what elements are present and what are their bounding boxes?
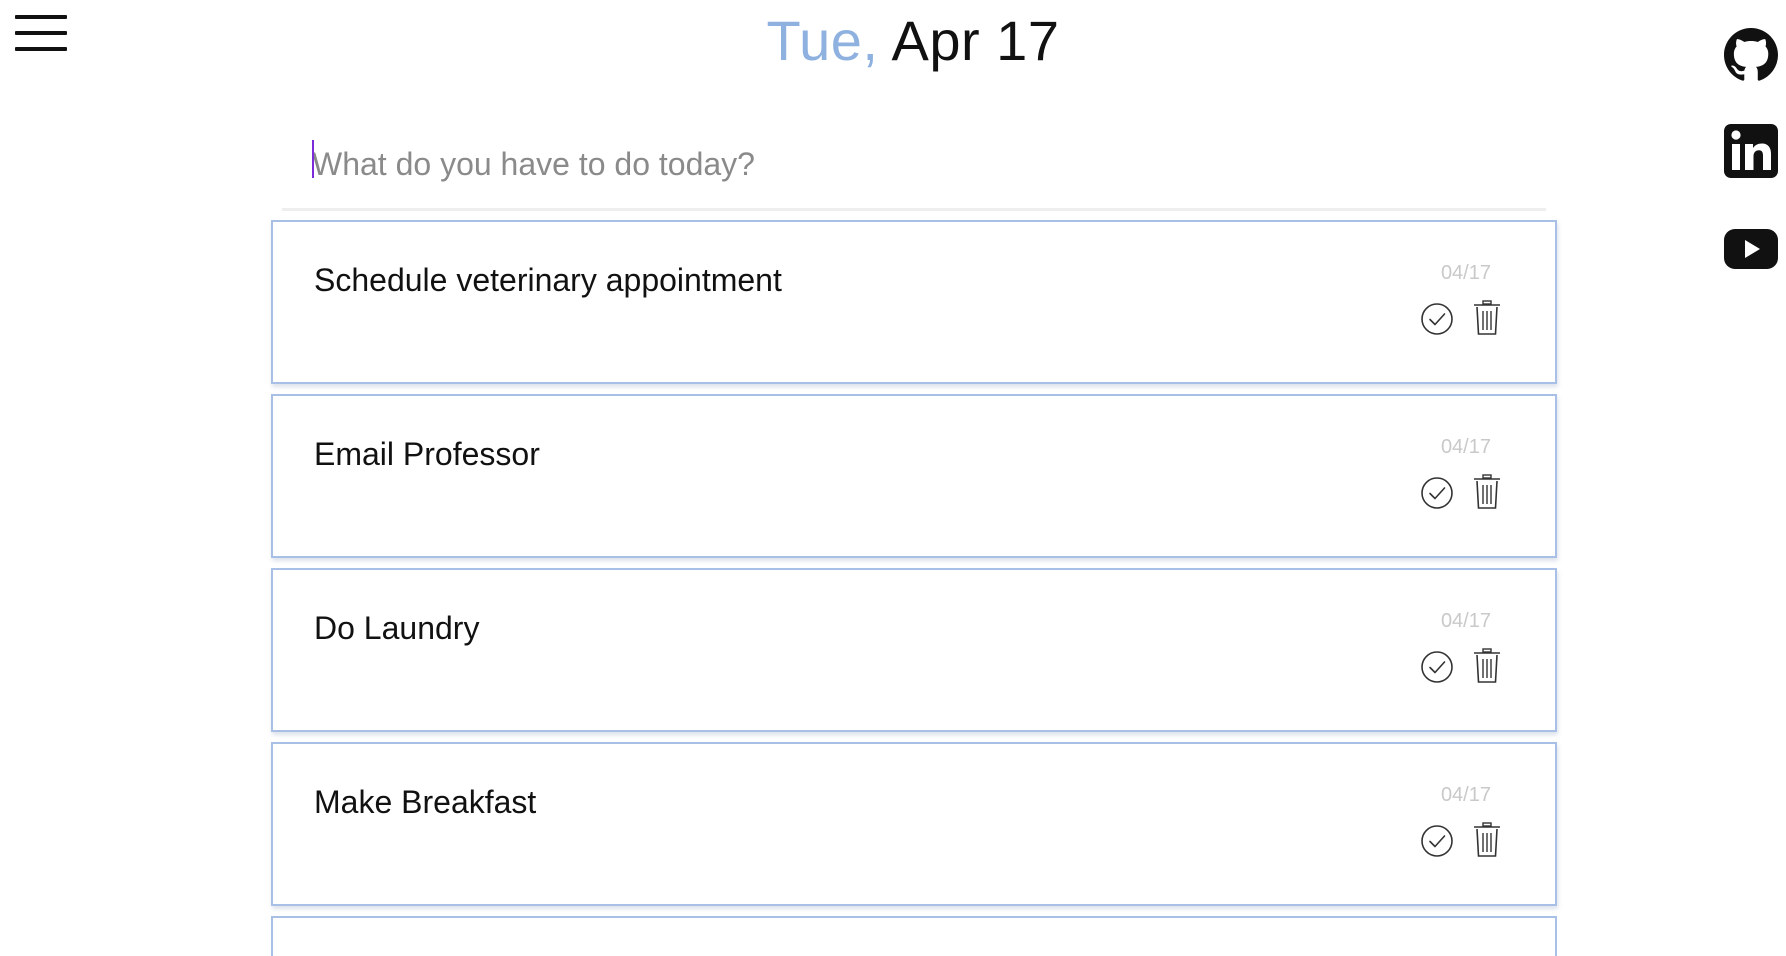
task-title: Schedule veterinary appointment — [314, 262, 782, 298]
github-icon[interactable] — [1724, 28, 1778, 82]
check-circle-icon[interactable] — [1420, 476, 1454, 510]
task-date: 04/17 — [1440, 610, 1491, 632]
trash-icon[interactable] — [1473, 474, 1501, 510]
trash-icon[interactable] — [1473, 822, 1501, 858]
task-title: Do Laundry — [314, 610, 480, 646]
task-date: 04/17 — [1440, 262, 1491, 284]
task-card: Do Laundry 04/17 — [271, 568, 1557, 732]
task-date: 04/17 — [1440, 436, 1491, 458]
task-card: Schedule veterinary appointment 04/17 — [271, 220, 1557, 384]
task-card: Make Breakfast 04/17 — [271, 742, 1557, 906]
todo-app: Tue, Apr 17 Schedule veterinary appointm… — [0, 0, 1786, 956]
task-card — [271, 916, 1557, 956]
weekday-label: Tue, — [766, 9, 879, 72]
linkedin-icon[interactable] — [1724, 124, 1778, 178]
check-circle-icon[interactable] — [1420, 650, 1454, 684]
page-title: Tue, Apr 17 — [0, 8, 1786, 74]
task-card: Email Professor 04/17 — [271, 394, 1557, 558]
check-circle-icon[interactable] — [1420, 302, 1454, 336]
check-circle-icon[interactable] — [1420, 824, 1454, 858]
task-title: Make Breakfast — [314, 784, 537, 820]
text-caret — [312, 140, 314, 178]
new-task-field — [282, 128, 1546, 211]
trash-icon[interactable] — [1473, 300, 1501, 336]
date-label: Apr 17 — [891, 9, 1060, 72]
task-list: Schedule veterinary appointment 04/17 Em… — [271, 220, 1557, 956]
trash-icon[interactable] — [1473, 648, 1501, 684]
task-date: 04/17 — [1440, 784, 1491, 806]
task-title: Email Professor — [314, 436, 540, 472]
youtube-icon[interactable] — [1724, 222, 1778, 276]
new-task-input[interactable] — [312, 142, 1512, 186]
